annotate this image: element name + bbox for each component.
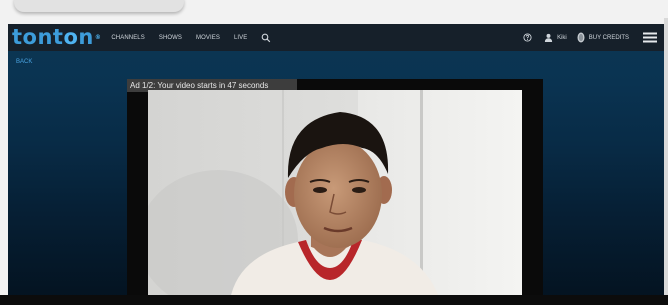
buy-credits-button[interactable]: BUY CREDITS (577, 32, 629, 43)
browser-tab-remnant (14, 0, 184, 12)
search-icon[interactable] (261, 33, 271, 43)
nav-live[interactable]: LIVE (234, 35, 247, 41)
tonton-site: tonton® CHANNELS SHOWS MOVIES LIVE Kiki … (8, 24, 664, 305)
video-frame-picture (148, 90, 522, 300)
nav-channels[interactable]: CHANNELS (111, 35, 144, 41)
window-edge (664, 18, 668, 305)
back-link[interactable]: BACK (16, 59, 32, 65)
site-header: tonton® CHANNELS SHOWS MOVIES LIVE Kiki … (8, 24, 664, 51)
page-bottom-bar (0, 295, 668, 305)
video-frame[interactable] (148, 90, 522, 300)
user-icon (544, 33, 553, 42)
hamburger-menu-icon[interactable] (643, 32, 657, 43)
video-player[interactable]: Ad 1/2: Your video starts in 47 seconds (127, 79, 543, 301)
nav-shows[interactable]: SHOWS (159, 35, 182, 41)
user-menu[interactable]: Kiki (544, 33, 567, 42)
header-actions: Kiki BUY CREDITS (523, 32, 664, 43)
tonton-logo[interactable]: tonton® (12, 24, 101, 51)
coin-icon (577, 32, 585, 43)
main-nav: CHANNELS SHOWS MOVIES LIVE (111, 33, 271, 43)
help-icon[interactable] (523, 33, 532, 42)
nav-movies[interactable]: MOVIES (196, 35, 220, 41)
user-name: Kiki (557, 34, 567, 41)
ad-countdown-text: Ad 1/2: Your video starts in 47 seconds (130, 81, 269, 90)
buy-credits-label: BUY CREDITS (588, 34, 629, 41)
